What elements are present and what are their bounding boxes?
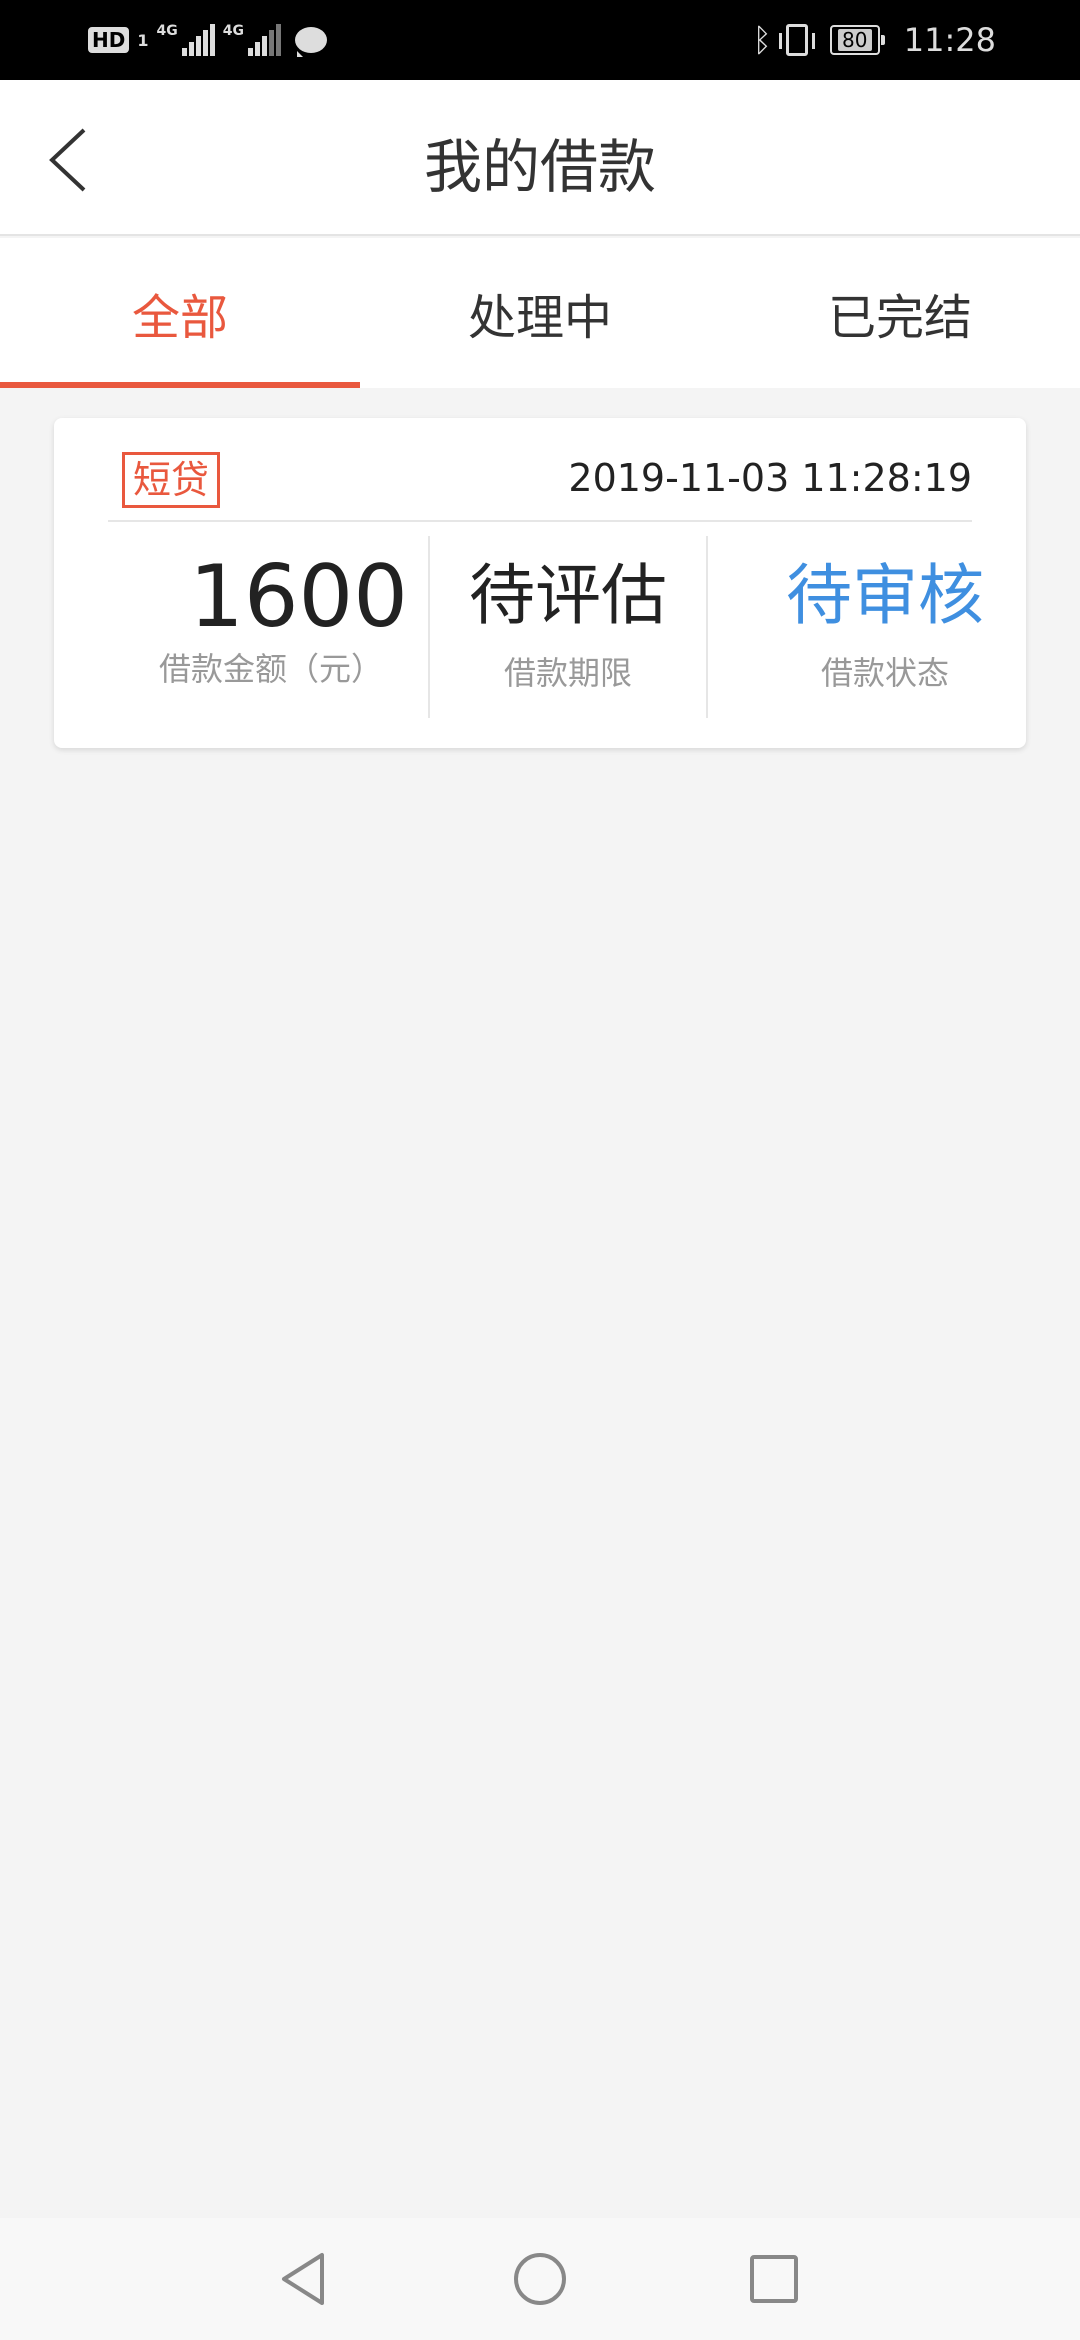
loan-amount-label: 借款金额（元） [158, 650, 383, 688]
loan-term-column: 待评估 借款期限 [428, 536, 706, 718]
vibrate-icon [778, 24, 815, 56]
loan-card-body: 1600 借款金额（元） 待评估 借款期限 待审核 借款状态 [54, 536, 1026, 718]
tab-processing[interactable]: 处理中 [360, 238, 720, 388]
battery-level: 80 [838, 29, 872, 51]
message-icon [294, 27, 327, 57]
bluetooth-icon: ᛒ [752, 21, 772, 59]
loan-datetime: 2019-11-03 11:28:19 [568, 456, 972, 500]
hd-sim-indicator: 1 [137, 30, 149, 50]
loan-amount-value: 1600 [189, 547, 408, 647]
loan-status-column: 待审核 借款状态 [706, 536, 1062, 718]
system-nav-bar [0, 2218, 1080, 2340]
tab-all[interactable]: 全部 [0, 238, 360, 388]
circle-home-icon [514, 2253, 566, 2305]
filter-tabs: 全部 处理中 已完结 [0, 238, 1080, 388]
nav-home-button[interactable] [503, 2242, 577, 2316]
loan-card[interactable]: 短贷 2019-11-03 11:28:19 1600 借款金额（元） 待评估 … [54, 418, 1026, 748]
loan-term-value: 待评估 [469, 557, 667, 634]
loan-status-label: 借款状态 [820, 654, 949, 692]
nav-recents-button[interactable] [737, 2242, 811, 2316]
loan-amount-column: 1600 借款金额（元） [114, 536, 428, 718]
status-time: 11:28 [903, 21, 996, 59]
loan-type-tag: 短贷 [122, 452, 221, 508]
status-right: ᛒ 80 11:28 [753, 18, 996, 62]
app-header: 我的借款 [0, 80, 1080, 236]
status-bar: HD 1 4G 4G ᛒ 80 11:28 [0, 0, 1080, 80]
square-recents-icon [750, 2255, 798, 2303]
page-title: 我的借款 [423, 133, 656, 201]
signal-icon-sim1: 4G [156, 24, 215, 56]
nav-back-button[interactable] [269, 2242, 343, 2316]
status-left: HD 1 4G 4G [88, 22, 327, 58]
hd-icon: HD [88, 27, 130, 53]
triangle-back-icon [282, 2253, 324, 2305]
loan-status-value: 待审核 [786, 557, 984, 634]
signal-icon-sim2: 4G [223, 24, 281, 56]
tab-completed[interactable]: 已完结 [720, 238, 1080, 388]
battery-icon: 80 [829, 25, 885, 55]
loan-term-label: 借款期限 [503, 654, 632, 692]
